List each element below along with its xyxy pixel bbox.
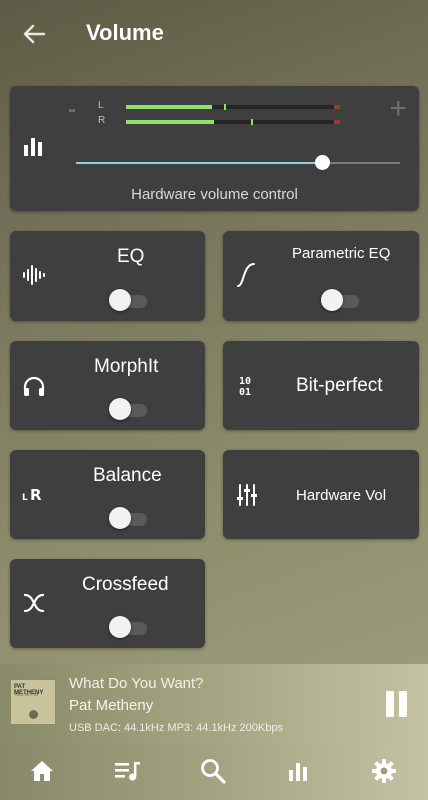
morphit-tile[interactable]: MorphIt (10, 341, 205, 430)
morphit-toggle[interactable] (109, 398, 149, 420)
app-header: Volume (0, 0, 428, 70)
nav-search[interactable] (196, 754, 230, 788)
volume-slider-fill (76, 162, 323, 164)
pause-icon (386, 691, 394, 717)
volume-down-button[interactable]: - (68, 96, 76, 124)
svg-text:01: 01 (239, 387, 251, 397)
album-art-subtext: TRIO 99 > 00 (14, 692, 39, 697)
right-peak-marker (251, 119, 253, 125)
bar-chart-icon (24, 138, 42, 156)
eq-toggle-knob (109, 289, 131, 311)
volume-caption: Hardware volume control (131, 186, 298, 203)
back-button[interactable] (18, 20, 50, 48)
track-title: What Do You Want? (69, 675, 204, 692)
crossfeed-toggle[interactable] (109, 616, 149, 638)
crossfeed-toggle-knob (109, 616, 131, 638)
left-level-meter (126, 104, 340, 110)
left-clip-zone (334, 105, 340, 109)
parametric-eq-toggle-knob (321, 289, 343, 311)
left-peak-marker (224, 104, 226, 110)
output-info: USB DAC: 44.1kHz MP3: 44.1kHz 200Kbps (69, 722, 283, 734)
headphones-icon (23, 376, 45, 396)
right-channel-label: R (98, 115, 106, 126)
sliders-icon (237, 484, 257, 506)
search-icon (201, 759, 226, 784)
playlist-icon (115, 762, 140, 781)
now-playing-bar[interactable]: PAT METHENY TRIO 99 > 00 What Do You Wan… (0, 664, 428, 744)
balance-tile[interactable]: L R Balance (10, 450, 205, 539)
svg-text:10: 10 (239, 376, 251, 387)
right-level-meter (126, 119, 340, 125)
eq-label: EQ (117, 246, 145, 267)
right-clip-zone (334, 120, 340, 124)
track-artist: Pat Metheny (69, 697, 154, 714)
nav-queue[interactable] (111, 754, 145, 788)
binary-icon: 10 01 (239, 376, 251, 397)
parametric-eq-tile[interactable]: Parametric EQ (223, 231, 419, 321)
crossfeed-label: Crossfeed (82, 574, 169, 595)
left-level-fill (126, 105, 212, 109)
s-curve-icon (237, 263, 255, 287)
balance-label: Balance (93, 465, 162, 486)
left-channel-label: L (98, 100, 104, 111)
arrow-left-icon (23, 24, 45, 44)
parametric-eq-toggle[interactable] (321, 289, 361, 311)
volume-card: - + L R Hardware volume control (10, 86, 419, 211)
eq-toggle[interactable] (109, 289, 149, 311)
bit-perfect-label: Bit-perfect (296, 375, 383, 396)
right-level-fill (126, 120, 214, 124)
morphit-label: MorphIt (94, 356, 159, 377)
page-title: Volume (86, 20, 164, 45)
eq-tile[interactable]: EQ (10, 231, 205, 321)
volume-up-button[interactable]: + (389, 92, 407, 126)
home-icon (31, 761, 53, 781)
gear-icon (372, 759, 396, 783)
balance-toggle[interactable] (109, 507, 149, 529)
svg-text:R: R (30, 486, 42, 503)
morphit-toggle-knob (109, 398, 131, 420)
nav-volume[interactable] (282, 754, 316, 788)
nav-home[interactable] (25, 754, 59, 788)
hardware-vol-label: Hardware Vol (296, 487, 387, 504)
waveform-icon (23, 265, 45, 285)
volume-slider-thumb[interactable] (315, 155, 331, 170)
bottom-navigation (0, 744, 428, 800)
crossfeed-icon (23, 593, 45, 613)
volume-slider[interactable] (76, 155, 400, 170)
pause-icon-bar (399, 691, 407, 717)
parametric-eq-label: Parametric EQ (292, 245, 391, 262)
lr-icon: L R (22, 486, 42, 503)
nav-settings[interactable] (367, 754, 401, 788)
album-art[interactable]: PAT METHENY TRIO 99 > 00 (10, 679, 56, 725)
pause-button[interactable] (386, 691, 408, 717)
album-art-figure (29, 710, 38, 719)
bit-perfect-tile[interactable]: 10 01 Bit-perfect (223, 341, 419, 430)
hardware-vol-tile[interactable]: Hardware Vol (223, 450, 419, 539)
bar-chart-icon (289, 763, 307, 781)
crossfeed-tile[interactable]: Crossfeed (10, 559, 205, 648)
svg-text:L: L (22, 493, 28, 503)
balance-toggle-knob (109, 507, 131, 529)
